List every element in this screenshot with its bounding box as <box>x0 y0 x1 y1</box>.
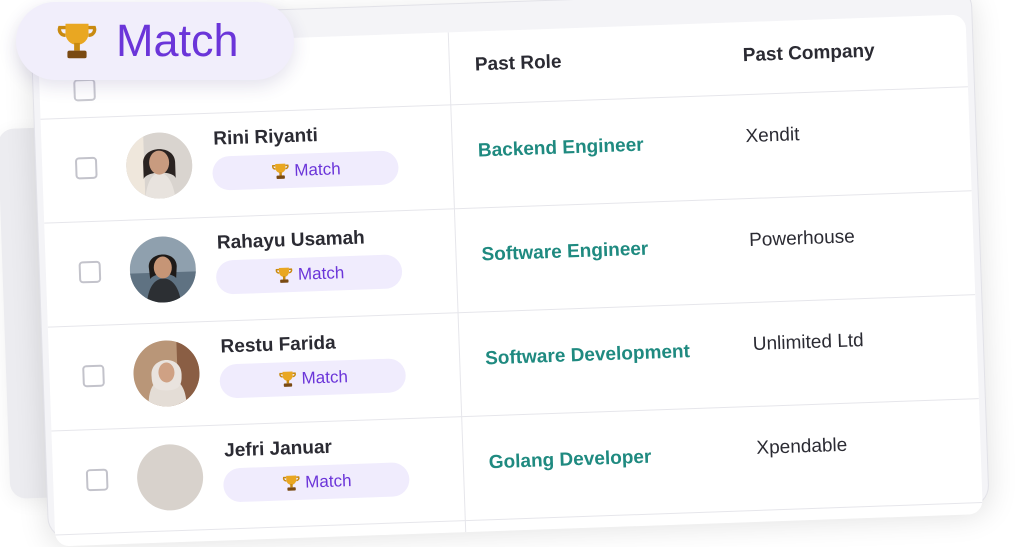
past-role[interactable]: Software Development <box>485 341 690 370</box>
column-header-past-role: Past Role <box>474 51 562 76</box>
candidate-name: Jefri Januar <box>223 436 333 462</box>
candidates-table: Past Role Past Company Rini Riyanti Matc… <box>38 14 983 547</box>
past-company: Xendit <box>745 124 800 148</box>
past-company: Xpendable <box>756 434 848 459</box>
match-badge: Match <box>222 462 410 503</box>
avatar <box>135 443 205 512</box>
select-all-checkbox[interactable] <box>73 78 96 102</box>
candidate-name: Restu Farida <box>220 332 336 358</box>
match-filter-label: Match <box>116 15 239 66</box>
candidates-card: Past Role Past Company Rini Riyanti Matc… <box>30 0 990 547</box>
past-role[interactable]: Golang Developer <box>488 447 651 475</box>
row-checkbox[interactable] <box>82 364 105 388</box>
match-filter-badge[interactable]: Match <box>16 2 294 80</box>
match-badge-label: Match <box>304 471 352 492</box>
trophy-icon <box>57 23 97 59</box>
row-checkbox[interactable] <box>78 260 102 284</box>
avatar <box>128 235 197 304</box>
trophy-icon <box>275 267 293 283</box>
row-checkbox[interactable] <box>74 156 98 180</box>
match-badge: Match <box>215 254 403 295</box>
candidate-name: Rahayu Usamah <box>216 227 366 254</box>
past-company: Powerhouse <box>748 226 856 252</box>
match-badge-label: Match <box>301 367 349 388</box>
match-badge: Match <box>211 150 400 191</box>
trophy-icon <box>282 475 300 491</box>
match-badge-label: Match <box>293 159 341 180</box>
avatar <box>125 131 194 200</box>
avatar <box>132 339 201 408</box>
trophy-icon <box>279 371 296 387</box>
past-company: Unlimited Ltd <box>752 330 865 355</box>
trophy-icon <box>271 163 289 179</box>
match-badge-label: Match <box>297 263 345 284</box>
column-header-past-company: Past Company <box>742 40 876 67</box>
match-badge: Match <box>219 358 407 399</box>
past-role[interactable]: Backend Engineer <box>478 135 644 163</box>
candidate-name: Rini Riyanti <box>212 125 319 150</box>
past-role[interactable]: Software Engineer <box>481 239 648 267</box>
